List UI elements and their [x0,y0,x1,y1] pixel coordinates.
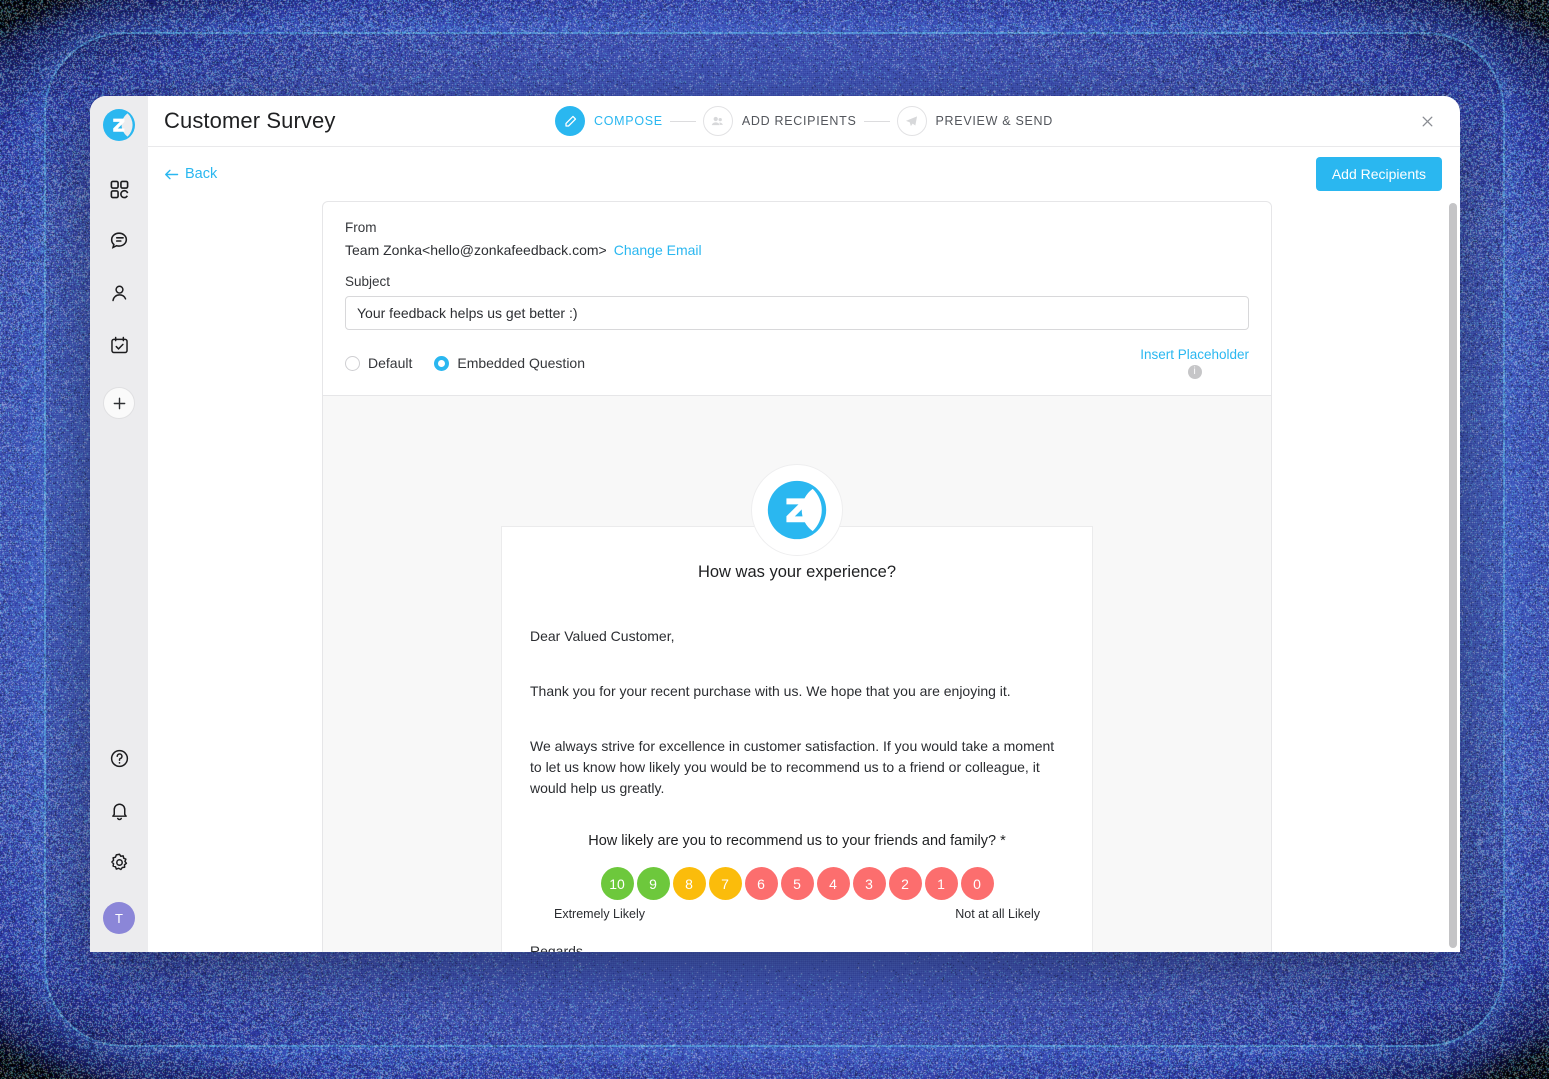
user-avatar[interactable]: T [103,902,135,934]
nps-option-5[interactable]: 5 [781,867,814,900]
email-paragraph-request: We always strive for excellence in custo… [530,736,1064,799]
sidebar-item-dashboard[interactable] [99,169,139,209]
nps-option-8[interactable]: 8 [673,867,706,900]
nps-scale: 10 9 8 7 6 5 4 3 2 1 0 [530,867,1064,900]
nps-option-6[interactable]: 6 [745,867,778,900]
step-compose[interactable]: COMPOSE [555,106,663,136]
nps-option-10[interactable]: 10 [601,867,634,900]
subject-label: Subject [345,274,1249,289]
main-column: Customer Survey COMPOSE ADD RECIPIENTS P… [148,96,1460,952]
nps-option-4[interactable]: 4 [817,867,850,900]
step-connector-2 [864,121,890,122]
email-closing: Regards, [530,943,1064,952]
email-logo-wrapper [323,464,1271,556]
email-paragraph-thanks: Thank you for your recent purchase with … [530,681,1064,702]
nps-anchor-row: Extremely Likely Not at all Likely [530,900,1064,921]
action-bar: Back Add Recipients [148,147,1460,201]
sidebar-item-contacts[interactable] [99,273,139,313]
sidebar-item-tasks[interactable] [99,325,139,365]
step-add-recipients-label: ADD RECIPIENTS [742,114,857,128]
sidebar-add-button[interactable] [103,387,135,419]
nps-option-2[interactable]: 2 [889,867,922,900]
insert-placeholder-link[interactable]: Insert Placeholder [1140,347,1249,362]
sidebar-item-notifications[interactable] [99,790,139,830]
people-icon [703,106,733,136]
step-connector-1 [670,121,696,122]
content-scroll-area: From Team Zonka<hello@zonkafeedback.com>… [148,201,1446,952]
nps-anchor-left: Extremely Likely [554,907,645,921]
info-icon[interactable]: i [1188,365,1202,379]
step-add-recipients[interactable]: ADD RECIPIENTS [703,106,857,136]
window-topbar: Customer Survey COMPOSE ADD RECIPIENTS P… [148,96,1460,147]
step-preview-send[interactable]: PREVIEW & SEND [897,106,1053,136]
close-icon[interactable] [1412,106,1442,136]
change-email-link[interactable]: Change Email [614,242,702,258]
email-preview-stage: How was your experience? Dear Valued Cus… [322,396,1272,952]
email-mode-row: Default Embedded Question Insert Placeho… [345,347,1249,379]
nps-question-label: How likely are you to recommend us to yo… [530,833,1064,849]
step-compose-label: COMPOSE [594,114,663,128]
nps-anchor-right: Not at all Likely [955,907,1040,921]
arrow-left-icon [164,168,179,181]
app-window: T Customer Survey COMPOSE ADD RECIPIENTS… [90,96,1460,952]
subject-input[interactable] [345,296,1249,330]
nps-option-0[interactable]: 0 [961,867,994,900]
sidebar-rail: T [90,96,148,952]
step-preview-send-label: PREVIEW & SEND [936,114,1053,128]
radio-option-default[interactable]: Default [345,355,412,371]
nps-option-1[interactable]: 1 [925,867,958,900]
content-scroll-wrapper: From Team Zonka<hello@zonkafeedback.com>… [148,201,1460,952]
back-label: Back [185,166,217,182]
wizard-stepper: COMPOSE ADD RECIPIENTS PREVIEW & SEND [148,106,1460,136]
nps-option-7[interactable]: 7 [709,867,742,900]
email-body-card: How was your experience? Dear Valued Cus… [501,526,1093,952]
add-recipients-button[interactable]: Add Recipients [1316,157,1442,191]
radio-dot-embedded-question [434,356,449,371]
sidebar-item-help[interactable] [99,738,139,778]
pencil-icon [555,106,585,136]
from-row: Team Zonka<hello@zonkafeedback.com> Chan… [345,242,1249,258]
scrollbar-thumb[interactable] [1449,203,1457,948]
page-title: Customer Survey [164,108,335,134]
from-value: Team Zonka<hello@zonkafeedback.com> [345,242,607,258]
email-paragraph-greeting: Dear Valued Customer, [530,626,1064,647]
sidebar-item-settings[interactable] [99,842,139,882]
from-label: From [345,220,1249,235]
back-button[interactable]: Back [164,166,217,182]
radio-option-embedded-question[interactable]: Embedded Question [434,355,585,371]
content-scrollbar[interactable] [1446,201,1460,952]
compose-form-card: From Team Zonka<hello@zonkafeedback.com>… [322,201,1272,396]
sidebar-item-feedback[interactable] [99,221,139,261]
radio-label-default: Default [368,355,412,371]
nps-option-3[interactable]: 3 [853,867,886,900]
insert-placeholder-group: Insert Placeholder i [1140,347,1249,379]
sidebar-bottom-group: T [99,738,139,934]
zonka-logo-icon[interactable] [102,108,136,147]
send-icon [897,106,927,136]
nps-option-9[interactable]: 9 [637,867,670,900]
radio-label-embedded-question: Embedded Question [457,355,585,371]
zonka-logo-large-icon [751,464,843,556]
radio-dot-default [345,356,360,371]
email-heading: How was your experience? [530,563,1064,582]
